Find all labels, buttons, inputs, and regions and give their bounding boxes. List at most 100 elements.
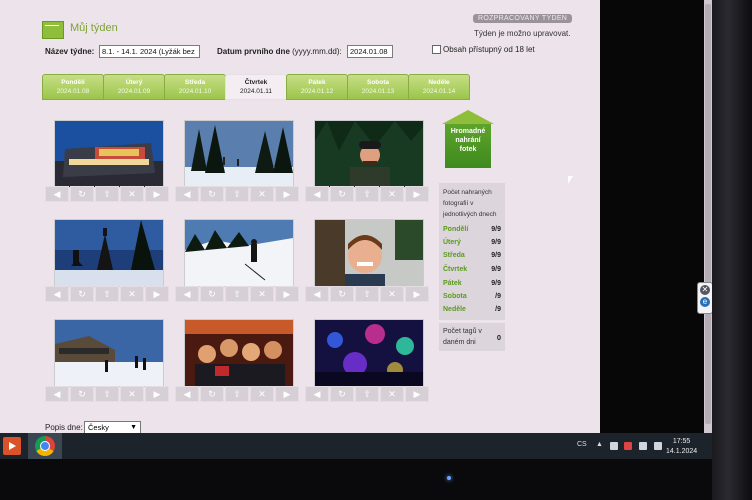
rotate-icon[interactable]: ↻ — [70, 286, 94, 302]
photo-controls: ◀ ↻ ⇧ ✕ ▶ — [305, 386, 433, 402]
photo-thumbnail[interactable] — [314, 120, 424, 188]
photo-controls: ◀ ↻ ⇧ ✕ ▶ — [175, 286, 303, 302]
language-select[interactable]: Česky ▼ — [84, 421, 141, 433]
arrow-right-icon[interactable]: ▶ — [405, 386, 429, 402]
arrow-right-icon[interactable]: ▶ — [275, 286, 299, 302]
stats-row: Čtvrtek 9/9 — [443, 266, 501, 273]
photo-controls: ◀ ↻ ⇧ ✕ ▶ — [305, 286, 433, 302]
info-icon[interactable]: e — [700, 297, 710, 307]
delete-icon[interactable]: ✕ — [380, 286, 404, 302]
tab-sobota[interactable]: Sobota 2024.01.13 — [347, 74, 409, 100]
delete-icon[interactable]: ✕ — [250, 286, 274, 302]
rotate-icon[interactable]: ↻ — [70, 186, 94, 202]
arrow-left-icon[interactable]: ◀ — [175, 186, 199, 202]
stats-row: Sobota/9 — [443, 293, 501, 300]
side-widget: ✕ e — [697, 282, 713, 314]
bulk-upload-button[interactable]: Hromadné nahrání fotek — [442, 110, 494, 168]
upload-icon[interactable]: ⇧ — [355, 386, 379, 402]
upload-icon[interactable]: ⇧ — [95, 286, 119, 302]
scrollbar-thumb[interactable] — [705, 4, 711, 424]
first-day-input[interactable]: 2024.01.08 — [347, 45, 393, 58]
tab-streda[interactable]: Středa 2024.01.10 — [164, 74, 226, 100]
rotate-icon[interactable]: ↻ — [200, 186, 224, 202]
adult-content-checkbox[interactable] — [432, 45, 441, 54]
photo-thumbnail[interactable] — [54, 319, 164, 387]
arrow-left-icon[interactable]: ◀ — [305, 186, 329, 202]
photo-controls: ◀ ↻ ⇧ ✕ ▶ — [175, 386, 303, 402]
arrow-right-icon[interactable]: ▶ — [145, 386, 169, 402]
delete-icon[interactable]: ✕ — [380, 186, 404, 202]
rotate-icon[interactable]: ↻ — [330, 186, 354, 202]
arrow-left-icon[interactable]: ◀ — [45, 386, 69, 402]
photo-thumbnail[interactable] — [314, 219, 424, 287]
tab-nedele[interactable]: Neděle 2024.01.14 — [408, 74, 470, 100]
system-clock[interactable]: 17:55 14.1.2024 — [666, 437, 697, 457]
tags-count-panel: Počet tagů v daném dni 0 — [439, 323, 505, 351]
arrow-right-icon[interactable]: ▶ — [145, 286, 169, 302]
arrow-right-icon[interactable]: ▶ — [275, 186, 299, 202]
delete-icon[interactable]: ✕ — [120, 386, 144, 402]
delete-icon[interactable]: ✕ — [120, 186, 144, 202]
upload-icon[interactable]: ⇧ — [355, 286, 379, 302]
input-language[interactable]: CS — [577, 441, 587, 448]
network-icon[interactable] — [639, 442, 647, 450]
tray-chevron-icon[interactable]: ▲ — [596, 441, 603, 448]
photo-thumbnail[interactable] — [54, 219, 164, 287]
upload-icon[interactable]: ⇧ — [225, 386, 249, 402]
stats-row: Středa 9/9 — [443, 252, 501, 259]
arrow-left-icon[interactable]: ◀ — [175, 386, 199, 402]
rotate-icon[interactable]: ↻ — [70, 386, 94, 402]
tags-label: Počet tagů v daném dni — [443, 328, 482, 346]
tab-ctvrtek[interactable]: Čtvrtek 2024.01.11 — [225, 74, 287, 100]
rotate-icon[interactable]: ↻ — [200, 386, 224, 402]
power-led — [447, 476, 451, 480]
security-icon[interactable] — [624, 442, 632, 450]
chrome-taskbar-button[interactable] — [28, 433, 62, 459]
delete-icon[interactable]: ✕ — [120, 286, 144, 302]
day-description-label: Popis dne: — [45, 423, 83, 432]
delete-icon[interactable]: ✕ — [380, 386, 404, 402]
tab-utery[interactable]: Úterý 2024.01.09 — [103, 74, 165, 100]
photo-thumbnail[interactable] — [314, 319, 424, 387]
tab-pondeli[interactable]: Pondělí 2024.01.08 — [42, 74, 104, 100]
arrow-right-icon[interactable]: ▶ — [405, 286, 429, 302]
delete-icon[interactable]: ✕ — [250, 386, 274, 402]
upload-arrow-icon — [442, 110, 494, 124]
stats-row: Pátek 9/9 — [443, 280, 501, 287]
adult-content-label: Obsah přístupný od 18 let — [443, 45, 535, 54]
upload-icon[interactable]: ⇧ — [95, 186, 119, 202]
rotate-icon[interactable]: ↻ — [200, 286, 224, 302]
upload-icon[interactable]: ⇧ — [355, 186, 379, 202]
week-name-input[interactable]: 8.1. - 14.1. 2024 (Lyžák bez — [99, 45, 200, 58]
photo-thumbnail[interactable] — [54, 120, 164, 188]
volume-icon[interactable] — [654, 442, 662, 450]
rotate-icon[interactable]: ↻ — [330, 286, 354, 302]
close-icon[interactable]: ✕ — [700, 285, 710, 295]
arrow-right-icon[interactable]: ▶ — [145, 186, 169, 202]
photo-controls: ◀ ↻ ⇧ ✕ ▶ — [45, 186, 173, 202]
arrow-left-icon[interactable]: ◀ — [45, 286, 69, 302]
photo-controls: ◀ ↻ ⇧ ✕ ▶ — [175, 186, 303, 202]
upload-icon[interactable]: ⇧ — [95, 386, 119, 402]
photo-thumbnail[interactable] — [184, 319, 294, 387]
editable-note: Týden je možno upravovat. — [474, 29, 571, 38]
photo-controls: ◀ ↻ ⇧ ✕ ▶ — [305, 186, 433, 202]
arrow-left-icon[interactable]: ◀ — [305, 386, 329, 402]
photo-thumbnail[interactable] — [184, 219, 294, 287]
arrow-left-icon[interactable]: ◀ — [175, 286, 199, 302]
arrow-left-icon[interactable]: ◀ — [305, 286, 329, 302]
rotate-icon[interactable]: ↻ — [330, 386, 354, 402]
arrow-right-icon[interactable]: ▶ — [405, 186, 429, 202]
upload-icon[interactable]: ⇧ — [225, 286, 249, 302]
arrow-left-icon[interactable]: ◀ — [45, 186, 69, 202]
upload-icon[interactable]: ⇧ — [225, 186, 249, 202]
media-app-icon[interactable] — [3, 437, 21, 455]
tab-patek[interactable]: Pátek 2024.01.12 — [286, 74, 348, 100]
chevron-down-icon: ▼ — [130, 424, 137, 431]
delete-icon[interactable]: ✕ — [250, 186, 274, 202]
upload-stats-panel: Počet nahraných fotografií v jednotlivýc… — [439, 183, 505, 320]
arrow-right-icon[interactable]: ▶ — [275, 386, 299, 402]
flag-icon[interactable] — [610, 442, 618, 450]
photo-thumbnail[interactable] — [184, 120, 294, 188]
status-badge: ROZPRACOVANÝ TÝDEN — [473, 14, 573, 23]
